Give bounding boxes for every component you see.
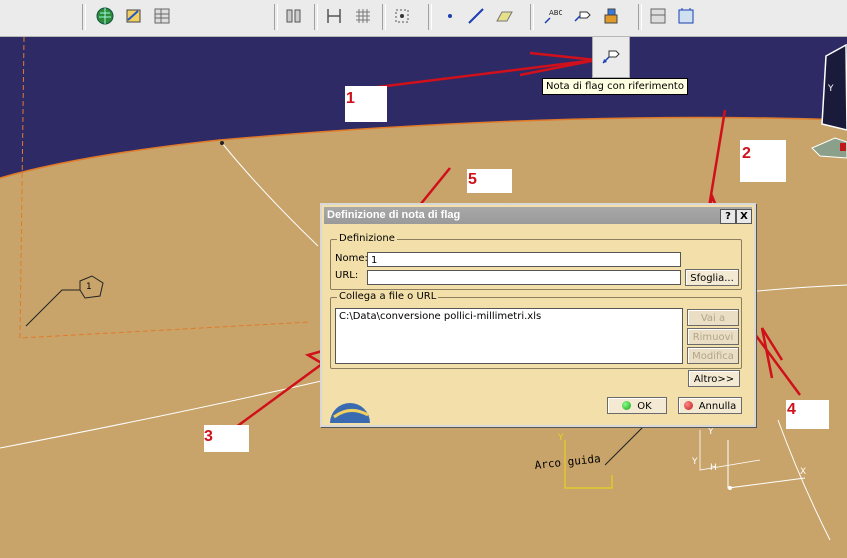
- modify-button[interactable]: Modifica: [687, 347, 739, 364]
- callout-2: 2: [742, 145, 751, 162]
- name-label: Nome:: [335, 253, 368, 264]
- table-icon[interactable]: [152, 6, 172, 26]
- axis-label-y: Y: [692, 457, 698, 467]
- close-button[interactable]: X: [736, 209, 752, 224]
- more-button[interactable]: Altro>>: [688, 370, 740, 387]
- tooltip: Nota di flag con riferimento: [542, 78, 688, 95]
- axis-label-y: Y: [708, 427, 714, 437]
- link-group: Collega a file o URL C:\Data\conversione…: [330, 291, 742, 369]
- grid-icon[interactable]: [353, 6, 373, 26]
- toolbar-separator: [530, 4, 534, 30]
- link-legend: Collega a file o URL: [337, 291, 439, 302]
- capture-icon[interactable]: [676, 6, 696, 26]
- snap-point-icon[interactable]: [392, 6, 412, 26]
- guide-curve: [221, 142, 319, 247]
- callout-5: 5: [468, 171, 477, 188]
- url-label: URL:: [335, 270, 359, 281]
- axis-label-y: Y: [558, 433, 564, 443]
- ok-icon: [622, 401, 632, 410]
- toolbar-separator: [82, 4, 86, 30]
- flag-note-icon[interactable]: [572, 6, 592, 26]
- name-field[interactable]: 1: [367, 252, 681, 267]
- toolbar-separator: [428, 4, 432, 30]
- dialog-titlebar[interactable]: Definizione di nota di flag ? X: [324, 207, 752, 224]
- definition-legend: Definizione: [337, 233, 397, 244]
- ok-button[interactable]: OK: [607, 397, 667, 414]
- callout-3: 3: [204, 428, 213, 445]
- compass-axis-label: Y: [828, 84, 834, 94]
- go-to-button[interactable]: Vai a: [687, 309, 739, 326]
- arco-leader-line: [604, 424, 646, 466]
- cancel-icon: [683, 401, 693, 410]
- linked-files-list[interactable]: C:\Data\conversione pollici-millimetri.x…: [335, 308, 683, 364]
- flag-note-flyout[interactable]: [592, 37, 630, 78]
- axis-label-x: X: [800, 467, 807, 477]
- toolbar-separator: [382, 4, 386, 30]
- axis-white: [727, 440, 806, 489]
- point-icon[interactable]: [440, 6, 460, 26]
- svg-text:ABC: ABC: [549, 9, 562, 17]
- help-button[interactable]: ?: [720, 209, 736, 224]
- browse-button[interactable]: Sfoglia...: [685, 269, 739, 286]
- dimension-icon[interactable]: [324, 6, 344, 26]
- plane-icon[interactable]: [494, 6, 514, 26]
- line-icon[interactable]: [466, 6, 486, 26]
- flag-note-with-leader-icon[interactable]: [600, 46, 622, 68]
- view-icon[interactable]: [648, 6, 668, 26]
- dialog-logo-globe: [330, 403, 370, 423]
- text-annotation-icon[interactable]: ABC: [542, 6, 562, 26]
- annotation-3d-icon[interactable]: [601, 6, 621, 26]
- toolbar-separator: [274, 4, 278, 30]
- list-item[interactable]: C:\Data\conversione pollici-millimetri.x…: [339, 311, 679, 322]
- remove-button[interactable]: Rimuovi: [687, 328, 739, 345]
- background-sky: [0, 37, 847, 178]
- catalog-globe-icon[interactable]: [95, 6, 115, 26]
- axis-label-h: H: [710, 463, 717, 473]
- callout-4: 4: [787, 401, 796, 418]
- cancel-button[interactable]: Annulla: [678, 397, 742, 414]
- toolbar-separator: [314, 4, 318, 30]
- definition-group: Definizione Nome: 1 URL: Sfoglia...: [330, 233, 742, 290]
- toolbar-separator: [638, 4, 642, 30]
- flag-note-number: 1: [86, 282, 92, 292]
- constraint-icon[interactable]: [284, 6, 304, 26]
- toolbar: ABC: [0, 0, 847, 37]
- compass-icon: [821, 43, 847, 131]
- flag-note-dialog: Definizione di nota di flag ? X Definizi…: [320, 203, 756, 427]
- curve-point: [220, 141, 224, 145]
- callout-1: 1: [346, 90, 355, 107]
- dialog-title: Definizione di nota di flag: [327, 209, 461, 221]
- material-icon[interactable]: [124, 6, 144, 26]
- flag-leader-line: [25, 289, 80, 327]
- url-field[interactable]: [367, 270, 681, 285]
